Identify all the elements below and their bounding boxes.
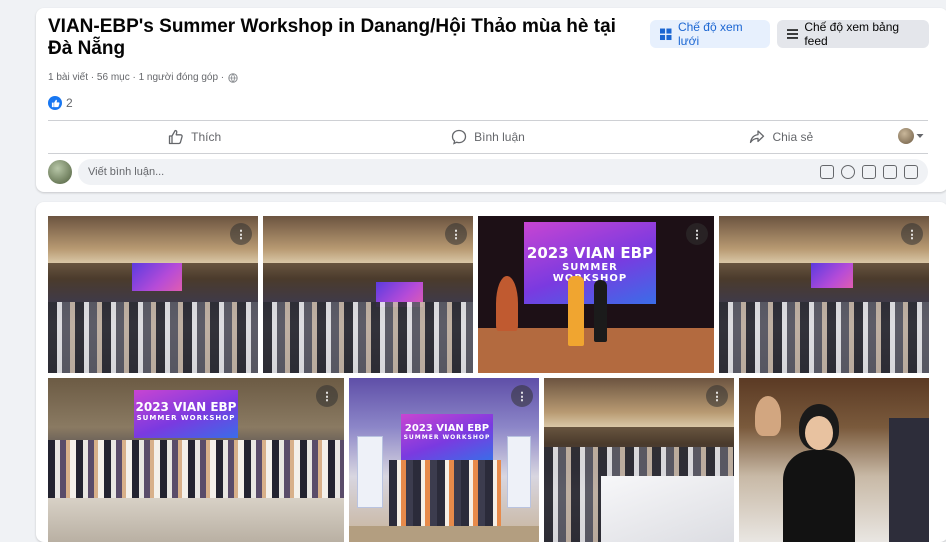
chevron-down-icon bbox=[916, 134, 924, 138]
album-meta-text: 1 bài viết · 56 mục · 1 người đóng góp · bbox=[48, 72, 225, 83]
more-options-icon[interactable]: ⋮ bbox=[901, 223, 923, 245]
album-meta: 1 bài viết · 56 mục · 1 người đóng góp · bbox=[48, 72, 238, 83]
grid-view-button[interactable]: Chế độ xem lưới bbox=[650, 20, 770, 48]
comment-button[interactable]: Bình luận bbox=[341, 129, 634, 145]
avatar-sticker-icon[interactable] bbox=[820, 165, 834, 179]
share-label: Chia sẻ bbox=[772, 130, 814, 144]
like-button[interactable]: Thích bbox=[48, 129, 341, 145]
photo-tile[interactable] bbox=[739, 378, 929, 542]
banner-image: 2023 VIAN EBP SUMMER WORKSHOP bbox=[524, 222, 656, 304]
list-icon bbox=[787, 29, 799, 39]
grid-view-label: Chế độ xem lưới bbox=[677, 20, 743, 48]
banner-title: 2023 VIAN EBP bbox=[135, 400, 237, 414]
like-reaction-icon bbox=[48, 96, 62, 110]
comment-composer: Viết bình luận... bbox=[48, 159, 928, 185]
action-bar: Thích Bình luận Chia sẻ bbox=[48, 122, 928, 152]
banner-subtitle: SUMMER WORKSHOP bbox=[403, 434, 491, 441]
feed-view-label: Chế độ xem bảng feed bbox=[804, 20, 900, 48]
camera-icon[interactable] bbox=[862, 165, 876, 179]
banner-title: 2023 VIAN EBP bbox=[526, 244, 654, 262]
banner-image: 2023 VIAN EBP SUMMER WORKSHOP bbox=[401, 414, 493, 460]
photo-grid: ⋮ ⋮ 2023 VIAN EBP SUMMER WORKSHOP ⋮ ⋮ 20… bbox=[36, 202, 946, 542]
photo-tile[interactable]: ⋮ bbox=[263, 216, 473, 373]
share-button[interactable]: Chia sẻ bbox=[635, 129, 928, 145]
globe-icon bbox=[228, 72, 238, 83]
banner-image: 2023 VIAN EBP SUMMER WORKSHOP bbox=[134, 390, 238, 438]
comment-icon bbox=[451, 129, 467, 145]
emoji-icon[interactable] bbox=[841, 165, 855, 179]
post-card: VIAN-EBP's Summer Workshop in Danang/Hội… bbox=[36, 8, 946, 192]
photo-tile[interactable]: 2023 VIAN EBP SUMMER WORKSHOP ⋮ bbox=[48, 378, 344, 542]
comment-placeholder: Viết bình luận... bbox=[88, 166, 165, 178]
feed-view-button[interactable]: Chế độ xem bảng feed bbox=[777, 20, 929, 48]
sticker-icon[interactable] bbox=[904, 165, 918, 179]
more-options-icon[interactable]: ⋮ bbox=[316, 385, 338, 407]
more-options-icon[interactable]: ⋮ bbox=[706, 385, 728, 407]
banner-title: 2023 VIAN EBP bbox=[404, 423, 490, 434]
divider bbox=[48, 153, 928, 154]
photo-tile[interactable]: ⋮ bbox=[48, 216, 258, 373]
photo-tile[interactable]: ⋮ bbox=[719, 216, 929, 373]
comment-tools bbox=[820, 165, 918, 179]
comment-label: Bình luận bbox=[474, 130, 525, 144]
avatar bbox=[898, 128, 914, 144]
more-options-icon[interactable]: ⋮ bbox=[686, 223, 708, 245]
gif-icon[interactable] bbox=[883, 165, 897, 179]
banner-subtitle: SUMMER WORKSHOP bbox=[136, 414, 236, 422]
avatar bbox=[48, 160, 72, 184]
more-options-icon[interactable]: ⋮ bbox=[445, 223, 467, 245]
banner-subtitle: SUMMER WORKSHOP bbox=[552, 262, 628, 284]
more-options-icon[interactable]: ⋮ bbox=[230, 223, 252, 245]
grid-icon bbox=[660, 28, 672, 40]
audience-selector[interactable] bbox=[898, 128, 924, 144]
more-options-icon[interactable]: ⋮ bbox=[511, 385, 533, 407]
album-title: VIAN-EBP's Summer Workshop in Danang/Hội… bbox=[48, 16, 616, 59]
like-label: Thích bbox=[191, 130, 222, 144]
photo-tile[interactable]: ⋮ bbox=[544, 378, 734, 542]
share-icon bbox=[750, 130, 765, 144]
divider bbox=[48, 120, 928, 121]
photo-tile[interactable]: 2023 VIAN EBP SUMMER WORKSHOP ⋮ bbox=[349, 378, 539, 542]
photo-tile[interactable]: 2023 VIAN EBP SUMMER WORKSHOP ⋮ bbox=[478, 216, 714, 373]
thumbs-up-icon bbox=[169, 129, 183, 145]
reaction-count: 2 bbox=[66, 96, 73, 110]
comment-input[interactable]: Viết bình luận... bbox=[78, 159, 928, 185]
reactions-summary[interactable]: 2 bbox=[48, 96, 73, 110]
